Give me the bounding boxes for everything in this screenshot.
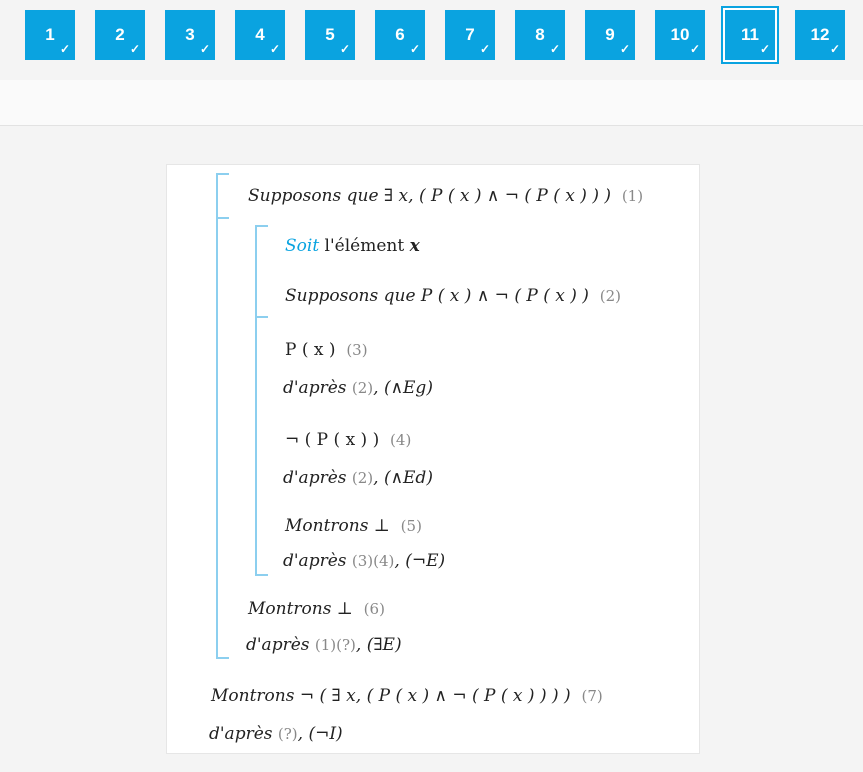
proof-justification-4: d'après (2), (∧Eg): [283, 378, 433, 398]
check-icon: ✓: [759, 42, 770, 56]
proof-justification-7: d'après (1)(?), (∃E): [246, 635, 402, 655]
toolbar-band: [0, 80, 863, 126]
question-button-11[interactable]: 11 ✓: [721, 6, 779, 64]
question-button-10[interactable]: 10 ✓: [655, 10, 705, 60]
question-button-2[interactable]: 2 ✓: [95, 10, 145, 60]
proof-line-2: Soit l'élément x: [285, 236, 420, 256]
proof-line-5: ¬ ( P ( x ) ) (4): [285, 430, 412, 450]
check-icon: ✓: [129, 42, 140, 56]
proof-line-8: Montrons ¬ ( ∃ x, ( P ( x ) ∧ ¬ ( P ( x …: [211, 686, 603, 706]
check-icon: ✓: [689, 42, 700, 56]
proof-line-4: P ( x ) (3): [285, 340, 368, 360]
proof-justification-6: d'après (3)(4), (¬E): [283, 551, 446, 571]
question-button-4[interactable]: 4 ✓: [235, 10, 285, 60]
question-button-5[interactable]: 5 ✓: [305, 10, 355, 60]
proof-justification-5: d'après (2), (∧Ed): [283, 468, 433, 488]
check-icon: ✓: [269, 42, 280, 56]
check-icon: ✓: [199, 42, 210, 56]
proof-panel: Supposons que ∃ x, ( P ( x ) ∧ ¬ ( P ( x…: [166, 164, 700, 754]
question-button-8[interactable]: 8 ✓: [515, 10, 565, 60]
check-icon: ✓: [549, 42, 560, 56]
question-nav: 1 ✓ 2 ✓ 3 ✓ 4 ✓ 5 ✓ 6 ✓ 7 ✓ 8 ✓ 9 ✓ 10 ✓ 11 ✓ 12 ✓: [0, 0, 863, 78]
soit-link[interactable]: Soit: [285, 236, 319, 256]
check-icon: ✓: [59, 42, 70, 56]
check-icon: ✓: [619, 42, 630, 56]
proof-line-3: Supposons que P ( x ) ∧ ¬ ( P ( x ) ) (2…: [285, 286, 621, 306]
question-button-3[interactable]: 3 ✓: [165, 10, 215, 60]
check-icon: ✓: [409, 42, 420, 56]
question-button-12[interactable]: 12 ✓: [795, 10, 845, 60]
proof-bracket-inner: [255, 225, 257, 576]
proof-bracket-outer: [216, 173, 218, 659]
proof-line-1: Supposons que ∃ x, ( P ( x ) ∧ ¬ ( P ( x…: [248, 186, 644, 206]
check-icon: ✓: [479, 42, 490, 56]
proof-line-7: Montrons ⊥ (6): [248, 599, 385, 619]
proof-justification-8: d'après (?), (¬I): [209, 724, 343, 744]
proof-line-6: Montrons ⊥ (5): [285, 516, 422, 536]
check-icon: ✓: [829, 42, 840, 56]
question-button-9[interactable]: 9 ✓: [585, 10, 635, 60]
question-button-1[interactable]: 1 ✓: [25, 10, 75, 60]
check-icon: ✓: [339, 42, 350, 56]
question-button-7[interactable]: 7 ✓: [445, 10, 495, 60]
question-button-6[interactable]: 6 ✓: [375, 10, 425, 60]
